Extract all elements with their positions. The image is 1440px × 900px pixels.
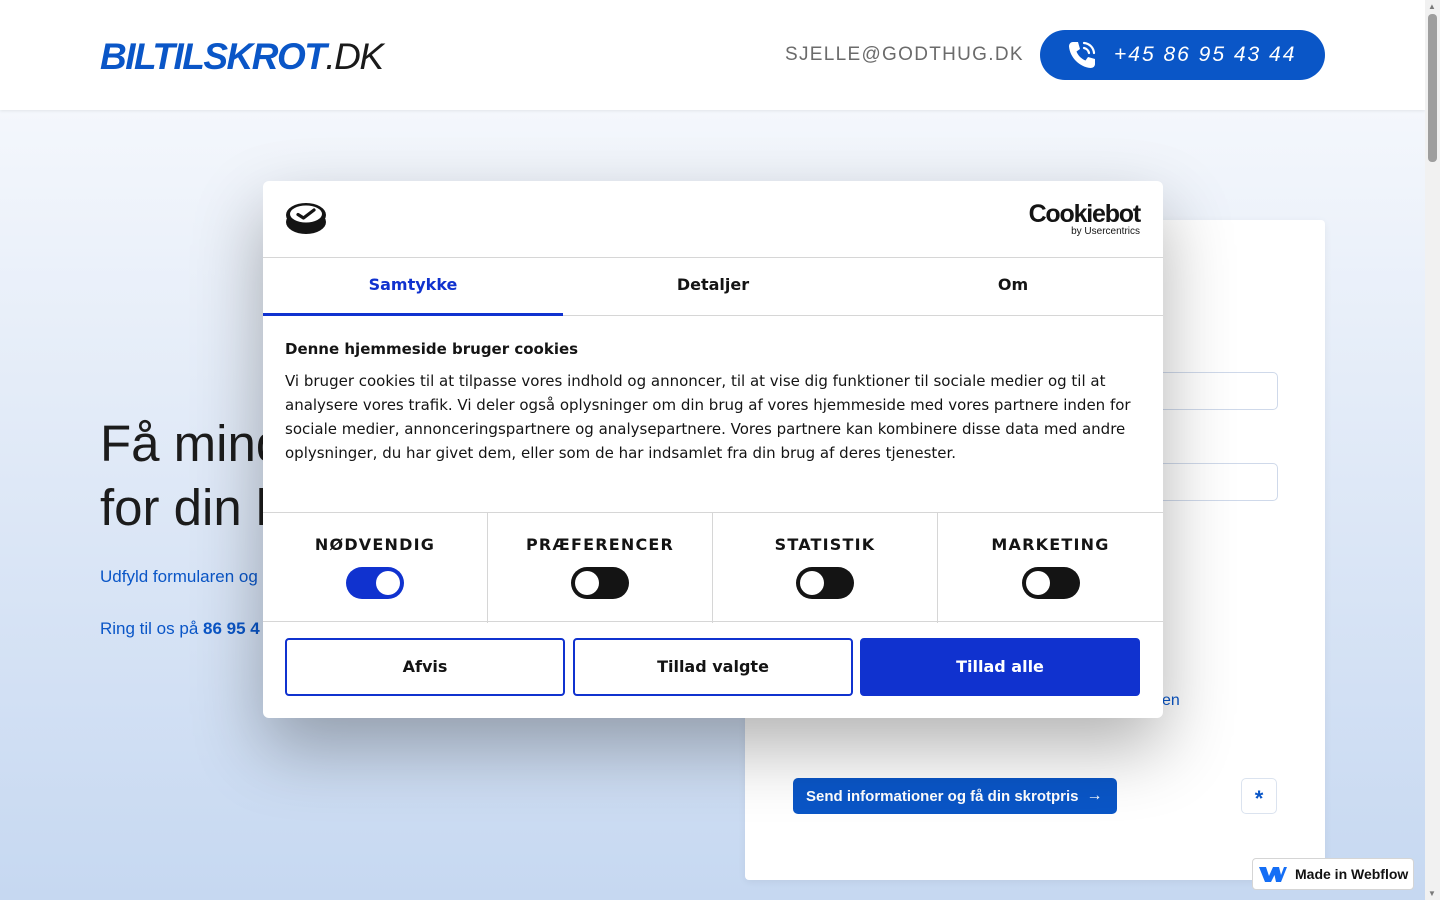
dialog-tabs: Samtykke Detaljer Om [263,258,1163,316]
toggle-group-statistics: STATISTIK [713,513,938,623]
hero-phone-line: Ring til os på 86 95 4 [100,619,260,639]
header-email-link[interactable]: SJELLE@GODTHUG.DK [785,44,1024,66]
reject-button[interactable]: Afvis [285,638,565,696]
webflow-badge-label: Made in Webflow [1295,866,1409,882]
hero-title: Få mind for din k [100,412,284,540]
webflow-icon [1259,867,1287,882]
toggle-group-preferences: PRÆFERENCER [488,513,713,623]
dialog-body-text: Vi bruger cookies til at tilpasse vores … [285,372,1131,462]
tab-samtykke[interactable]: Samtykke [263,258,563,316]
toggle-group-marketing: MARKETING [938,513,1163,623]
allow-selected-button[interactable]: Tillad valgte [573,638,853,696]
cookiebot-logo-name: Cookiebot [1028,200,1142,228]
page-scrollbar[interactable]: ▲ ▼ [1425,0,1440,900]
logo-tld: .DK [325,36,384,77]
toggle-marketing[interactable] [1021,567,1080,599]
toggle-necessary[interactable] [346,567,404,599]
hero-phone-number[interactable]: 86 95 4 [203,619,260,638]
hero-subtitle: Udfyld formularen og [100,567,258,586]
hero-phone-prefix: Ring til os på [100,619,203,638]
tab-detaljer[interactable]: Detaljer [563,258,863,316]
send-form-button[interactable]: Send informationer og få din skrotpris → [793,778,1117,814]
site-header: BILTILSKROT.DK SJELLE@GODTHUG.DK +45 86 … [0,0,1425,110]
toggle-group-necessary: NØDVENDIG [263,513,488,623]
toggle-label-marketing: MARKETING [991,535,1110,554]
toggle-label-statistics: STATISTIK [774,535,876,554]
tab-om[interactable]: Om [863,258,1163,316]
cookie-consent-dialog: Cookiebot by Usercentrics Samtykke Detal… [263,181,1163,718]
phone-icon [1069,41,1096,68]
send-form-label: Send informationer og få din skrotpris [806,787,1079,805]
hero-title-line2: for din k [100,479,282,536]
dialog-heading: Denne hjemmeside bruger cookies [285,340,579,358]
site-logo[interactable]: BILTILSKROT.DK [100,36,384,78]
toggle-knob [575,571,599,595]
consent-toggles: NØDVENDIG PRÆFERENCER STATISTIK MARKETIN… [263,512,1163,623]
cookie-mark-icon [286,203,326,234]
phone-number: +45 86 95 43 44 [1114,43,1297,66]
hero-title-line1: Få mind [100,415,285,472]
allow-all-button[interactable]: Tillad alle [860,638,1140,696]
asterisk-button[interactable]: * [1241,778,1277,814]
toggle-label-necessary: NØDVENDIG [314,535,436,554]
logo-brand: BILTILSKROT [100,36,327,77]
toggle-knob [800,571,824,595]
cookiebot-logo[interactable]: Cookiebot by Usercentrics [1028,200,1142,237]
toggle-preferences[interactable] [571,567,629,599]
scroll-down-icon[interactable]: ▼ [1428,889,1436,898]
made-in-webflow-badge[interactable]: Made in Webflow [1252,858,1414,890]
toggle-label-preferences: PRÆFERENCER [525,535,675,554]
dialog-buttons: Afvis Tillad valgte Tillad alle [285,638,1141,696]
scroll-up-icon[interactable]: ▲ [1428,2,1436,11]
arrow-right-icon: → [1086,787,1103,804]
form-terms-link[interactable]: en [1162,692,1180,710]
cookiebot-logo-sub: by Usercentrics [1071,226,1140,237]
scrollbar-thumb[interactable] [1428,14,1437,162]
toggle-knob [376,571,400,595]
dialog-header: Cookiebot by Usercentrics [263,181,1163,258]
toggle-statistics[interactable] [796,567,854,599]
toggle-knob [1025,571,1050,595]
phone-button[interactable]: +45 86 95 43 44 [1040,30,1325,80]
